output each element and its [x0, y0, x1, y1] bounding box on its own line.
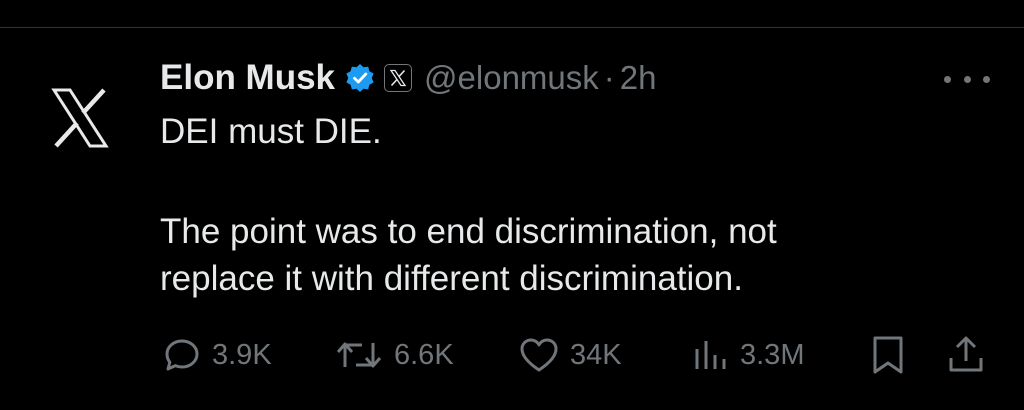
more-icon-dot	[944, 75, 951, 83]
reply-button[interactable]: 3.9K	[162, 332, 272, 378]
views-icon	[695, 341, 726, 369]
reply-count: 3.9K	[212, 338, 272, 371]
x-logo-icon	[51, 88, 109, 148]
top-divider	[0, 27, 1024, 28]
heart-icon	[520, 338, 558, 372]
repost-icon	[336, 342, 382, 368]
tweet-text-line-2: The point was to end discrimination, not	[160, 212, 777, 251]
bookmark-icon	[873, 336, 903, 374]
tweet-actions-bar: 3.9K 6.6K 34K 3.3M	[0, 332, 1024, 378]
verified-badge-icon	[345, 63, 375, 93]
x-affiliation-badge-icon[interactable]	[384, 64, 413, 92]
tweet-text-line-3: replace it with different discrimination…	[160, 259, 743, 298]
more-icon-dot	[983, 75, 990, 83]
share-button[interactable]	[946, 332, 986, 378]
like-button[interactable]: 34K	[518, 332, 622, 378]
repost-button[interactable]: 6.6K	[334, 332, 454, 378]
avatar[interactable]	[48, 86, 112, 150]
share-icon	[949, 336, 983, 372]
repost-count: 6.6K	[394, 338, 454, 371]
tweet-header: Elon Musk @elonmusk · 2h	[160, 58, 656, 98]
more-icon-dot	[963, 75, 971, 83]
like-count: 34K	[570, 338, 622, 371]
view-count: 3.3M	[740, 338, 805, 371]
bookmark-button[interactable]	[868, 332, 908, 378]
tweet-timestamp[interactable]: 2h	[620, 59, 657, 97]
author-name[interactable]: Elon Musk	[160, 58, 335, 98]
more-options-button[interactable]	[944, 64, 990, 94]
separator-dot: ·	[603, 59, 615, 96]
author-handle[interactable]: @elonmusk	[424, 59, 599, 97]
tweet-text-line-1: DEI must DIE.	[160, 112, 382, 151]
views-button[interactable]: 3.3M	[690, 332, 804, 378]
reply-icon	[165, 339, 199, 371]
